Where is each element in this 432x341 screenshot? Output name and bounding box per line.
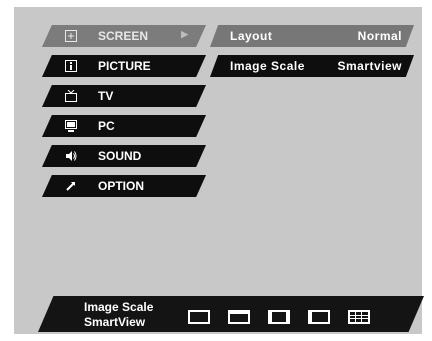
menu-item-label: SCREEN	[98, 29, 149, 43]
menu-item-option[interactable]: OPTION	[42, 175, 206, 197]
setting-value: Normal	[357, 29, 402, 43]
setting-name: Layout	[230, 29, 273, 43]
status-bar: Image Scale SmartView	[38, 296, 424, 332]
setting-name: Image Scale	[230, 59, 305, 73]
menu-item-screen[interactable]: SCREEN ▶	[42, 25, 206, 47]
menu-item-tv[interactable]: TV	[42, 85, 206, 107]
setting-value: Smartview	[337, 59, 402, 73]
menu-item-label: PICTURE	[98, 59, 151, 73]
aspect-zoom-icon[interactable]	[308, 310, 330, 324]
menu-item-label: SOUND	[98, 149, 142, 163]
aspect-full-icon[interactable]	[188, 310, 210, 324]
chevron-right-icon: ▶	[181, 29, 188, 39]
setting-row-image-scale[interactable]: Image Scale Smartview	[210, 55, 414, 77]
sound-icon	[64, 149, 78, 163]
pc-icon	[64, 119, 78, 133]
aspect-grid-icon[interactable]	[348, 310, 370, 324]
menu-item-picture[interactable]: PICTURE	[42, 55, 206, 77]
menu-item-label: OPTION	[98, 179, 145, 193]
menu-item-label: PC	[98, 119, 115, 133]
screen-icon	[64, 29, 78, 43]
menu-item-label: TV	[98, 89, 114, 103]
menu-item-pc[interactable]: PC	[42, 115, 206, 137]
setting-row-layout[interactable]: Layout Normal	[210, 25, 414, 47]
status-value: SmartView	[84, 315, 146, 329]
status-title: Image Scale	[84, 300, 154, 314]
aspect-4-3-icon[interactable]	[268, 310, 290, 324]
picture-icon	[64, 59, 78, 73]
aspect-wide-icon[interactable]	[228, 310, 250, 324]
tv-icon	[64, 89, 78, 103]
menu-item-sound[interactable]: SOUND	[42, 145, 206, 167]
option-icon	[64, 179, 78, 193]
